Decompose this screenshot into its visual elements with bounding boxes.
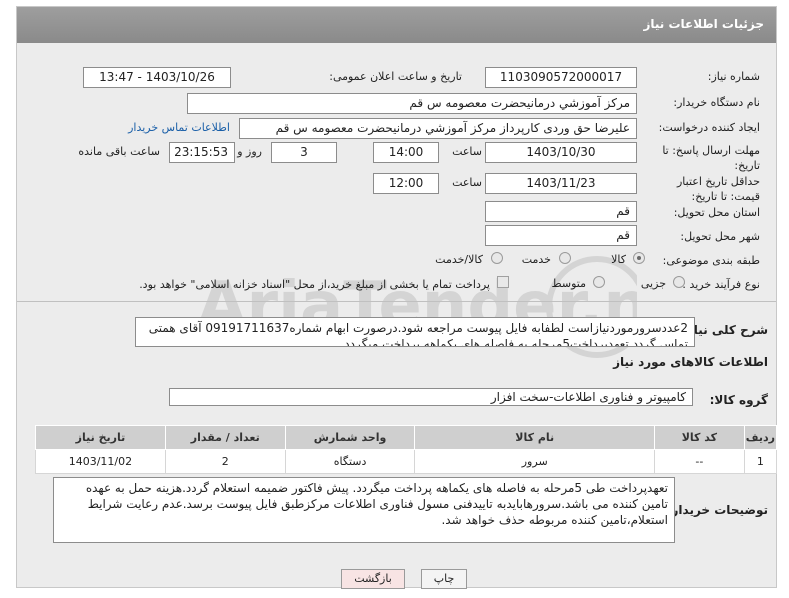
province-field: قم xyxy=(485,201,637,222)
buyer-notes-textarea[interactable]: تعهدپرداخت طی 5مرحله به فاصله های یکماهه… xyxy=(53,477,675,543)
general-desc-textarea[interactable]: 2عددسرورموردنیازاست لطفابه فایل پیوست مر… xyxy=(135,317,695,347)
page-title: جزئیات اطلاعات نیاز xyxy=(17,7,776,43)
cell-unit: دستگاه xyxy=(284,449,416,474)
goods-table: ردیف کد کالا نام کالا واحد شمارش تعداد /… xyxy=(35,425,778,474)
treasury-payment-note: پرداخت تمام یا بخشی از مبلغ خرید،از محل … xyxy=(139,278,490,291)
need-number-field: 1103090572000017 xyxy=(485,67,637,88)
print-button[interactable]: چاپ xyxy=(421,569,467,589)
category-goods-radio[interactable] xyxy=(633,252,645,264)
creator-label: ایجاد کننده درخواست: xyxy=(658,121,760,134)
col-quantity: تعداد / مقدار xyxy=(164,425,286,450)
category-goods-service-radio[interactable] xyxy=(491,252,503,264)
buyer-notes-label: توضیحات خریدار: xyxy=(666,503,768,517)
city-label: شهر محل تحویل: xyxy=(680,230,760,243)
process-partial-label: جزیی xyxy=(640,277,666,290)
contact-info-link[interactable]: اطلاعات تماس خریدار xyxy=(128,121,230,134)
goods-group-field: کامپیوتر و فناوری اطلاعات-سخت افزار xyxy=(169,388,693,406)
col-unit: واحد شمارش xyxy=(284,425,416,450)
remaining-hours-label: ساعت باقی مانده xyxy=(78,145,160,158)
category-goods-service-label: کالا/خدمت xyxy=(435,253,483,266)
details-panel: جزئیات اطلاعات نیاز AriaTender.neT شماره… xyxy=(16,6,778,589)
cell-need-date: 1403/11/02 xyxy=(35,449,166,474)
table-header-row: ردیف کد کالا نام کالا واحد شمارش تعداد /… xyxy=(35,425,778,450)
col-need-date: تاریخ نیاز xyxy=(35,425,166,450)
buyer-org-label: نام دستگاه خریدار: xyxy=(673,96,760,109)
need-number-label: شماره نیاز: xyxy=(707,70,760,83)
category-label: طبقه بندی موضوعی: xyxy=(662,254,760,267)
cell-goods-code: -- xyxy=(653,449,745,474)
reply-time-field: 14:00 xyxy=(373,142,439,163)
cell-goods-name: سرور xyxy=(414,449,655,474)
days-and-label: روز و xyxy=(237,145,262,158)
validity-date-field: 1403/11/23 xyxy=(485,173,637,194)
process-partial-radio[interactable] xyxy=(673,276,685,288)
category-service-label: خدمت xyxy=(521,253,551,266)
col-goods-name: نام کالا xyxy=(414,425,655,450)
reply-time-label: ساعت xyxy=(452,145,482,158)
cell-quantity: 2 xyxy=(164,449,286,474)
goods-group-label: گروه کالا: xyxy=(709,393,768,407)
col-row-no: ردیف xyxy=(743,425,778,450)
process-medium-label: متوسط xyxy=(551,277,586,290)
category-service-radio[interactable] xyxy=(559,252,571,264)
reply-deadline-label: مهلت ارسال پاسخ: تا تاریخ: xyxy=(662,144,760,172)
city-field: قم xyxy=(485,225,637,246)
goods-info-heading: اطلاعات کالاهای مورد نیاز xyxy=(613,355,768,369)
announce-datetime-field: 1403/10/26 - 13:47 xyxy=(83,67,231,88)
price-validity-label: حداقل تاریخ اعتبار قیمت: تا تاریخ: xyxy=(676,175,760,203)
back-button[interactable]: بازگشت xyxy=(341,569,405,589)
watermark-logo: AriaTender.neT xyxy=(197,256,637,358)
province-label: استان محل تحویل: xyxy=(673,206,760,219)
process-type-label: نوع فرآیند خرید : xyxy=(682,278,760,291)
category-goods-label: کالا xyxy=(611,253,626,266)
creator-field: علیرضا حق وردی کارپرداز مرکز آموزشي درما… xyxy=(239,118,637,139)
table-row[interactable]: 1 -- سرور دستگاه 2 1403/11/02 xyxy=(35,449,778,474)
cell-row-no: 1 xyxy=(743,449,778,474)
announce-datetime-label: تاریخ و ساعت اعلان عمومی: xyxy=(329,70,462,83)
validity-time-label: ساعت xyxy=(452,176,482,189)
process-medium-radio[interactable] xyxy=(593,276,605,288)
treasury-payment-checkbox[interactable] xyxy=(497,276,509,288)
divider xyxy=(17,301,776,302)
buyer-org-field: مرکز آموزشي درمانيحضرت معصومه س قم xyxy=(187,93,637,114)
col-goods-code: کد کالا xyxy=(653,425,745,450)
reply-date-field: 1403/10/30 xyxy=(485,142,637,163)
days-remaining-field: 3 xyxy=(271,142,337,163)
remaining-time-field: 23:15:53 xyxy=(169,142,235,163)
validity-time-field: 12:00 xyxy=(373,173,439,194)
